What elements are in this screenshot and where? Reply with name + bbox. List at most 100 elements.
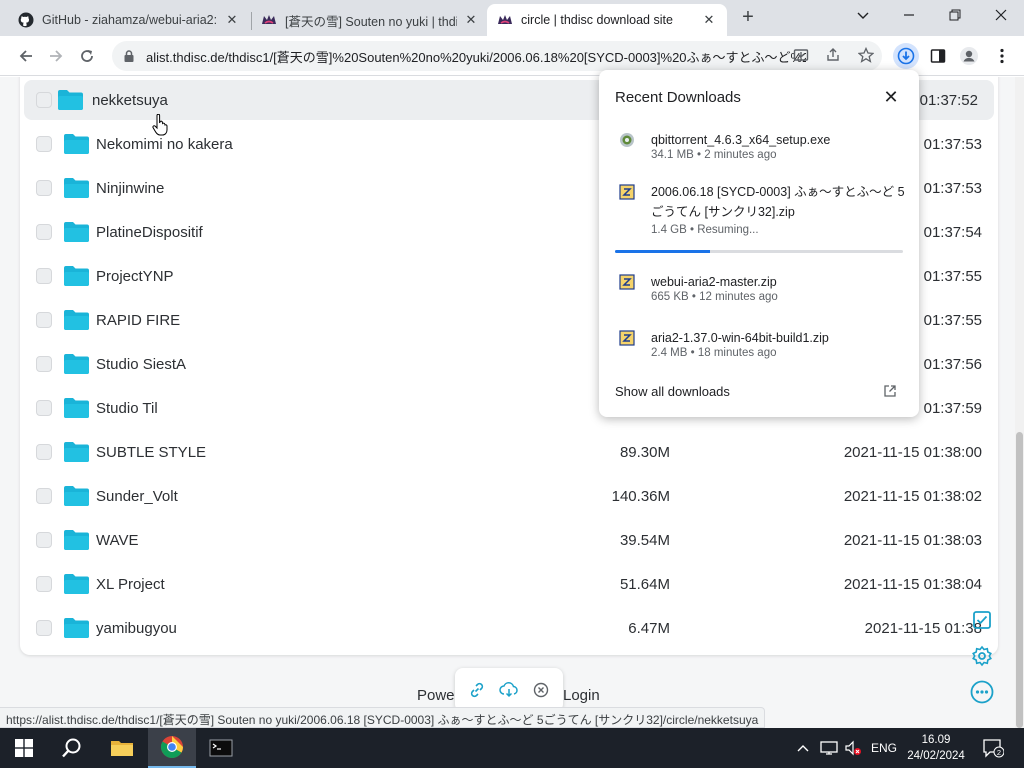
file-name[interactable]: SUBTLE STYLE: [96, 444, 206, 461]
file-row[interactable]: yamibugyou 6.47M 2021-11-15 01:38: [20, 608, 998, 648]
downloads-icon[interactable]: [893, 43, 919, 69]
profile-avatar-icon[interactable]: [957, 44, 981, 68]
row-checkbox[interactable]: [36, 92, 52, 108]
clock-time: 16.09: [921, 734, 951, 746]
file-name[interactable]: WAVE: [96, 532, 139, 549]
chrome-taskbar-icon[interactable]: [148, 728, 196, 768]
more-options-icon[interactable]: [970, 680, 994, 704]
file-name[interactable]: Sunder_Volt: [96, 488, 178, 505]
reload-icon[interactable]: [75, 44, 99, 68]
zip-icon: [619, 184, 635, 200]
file-date: 2021-11-15 01:38:03: [843, 531, 982, 549]
row-checkbox[interactable]: [36, 532, 52, 548]
side-panel-icon[interactable]: [926, 44, 950, 68]
download-filename: webui-aria2-master.zip: [651, 275, 777, 289]
close-icon[interactable]: ✕: [224, 12, 240, 28]
file-name[interactable]: Studio SiestA: [96, 356, 186, 373]
folder-icon: [64, 442, 89, 462]
new-tab-button[interactable]: +: [738, 6, 758, 28]
volume-muted-icon[interactable]: [844, 728, 862, 768]
row-checkbox[interactable]: [36, 356, 52, 372]
row-checkbox[interactable]: [36, 180, 52, 196]
tab-circle[interactable]: circle | thdisc download site ✕: [487, 4, 727, 36]
checkbox-toggle-icon[interactable]: [970, 608, 994, 632]
file-name[interactable]: Nekomimi no kakera: [96, 136, 233, 153]
row-checkbox[interactable]: [36, 444, 52, 460]
settings-gear-icon[interactable]: [970, 644, 994, 668]
powered-by-text: Powe: [417, 687, 455, 704]
file-name[interactable]: XL Project: [96, 576, 165, 593]
thdisc-icon: [261, 12, 277, 28]
download-item[interactable]: webui-aria2-master.zip 665 KB • 12 minut…: [615, 272, 905, 308]
close-icon[interactable]: ✕: [701, 12, 717, 28]
file-name[interactable]: RAPID FIRE: [96, 312, 180, 329]
close-icon[interactable]: ✕: [463, 12, 479, 28]
cancel-circle-icon[interactable]: [530, 679, 552, 701]
file-name[interactable]: Ninjinwine: [96, 180, 164, 197]
row-checkbox[interactable]: [36, 620, 52, 636]
show-all-downloads-link[interactable]: Show all downloads: [615, 384, 730, 399]
file-row[interactable]: Sunder_Volt 140.36M 2021-11-15 01:38:02: [20, 476, 998, 516]
file-name[interactable]: ProjectYNP: [96, 268, 174, 285]
file-explorer-icon[interactable]: [98, 728, 146, 768]
download-item[interactable]: qbittorrent_4.6.3_x64_setup.exe 34.1 MB …: [615, 130, 905, 166]
row-checkbox[interactable]: [36, 268, 52, 284]
row-checkbox[interactable]: [36, 488, 52, 504]
tab-github[interactable]: GitHub - ziahamza/webui-aria2: T ✕: [8, 4, 250, 36]
download-item[interactable]: aria2-1.37.0-win-64bit-build1.zip 2.4 MB…: [615, 328, 905, 364]
taskbar: ENG 16.09 24/02/2024 2: [0, 728, 1024, 768]
close-window-icon[interactable]: [978, 0, 1024, 30]
file-row[interactable]: SUBTLE STYLE 89.30M 2021-11-15 01:38:00: [20, 432, 998, 472]
file-name[interactable]: nekketsuya: [92, 92, 168, 109]
windows-start-icon[interactable]: [0, 728, 48, 768]
progress-fill: [615, 250, 711, 253]
file-name[interactable]: yamibugyou: [96, 620, 177, 637]
downloads-title: Recent Downloads: [615, 89, 741, 106]
language-indicator[interactable]: ENG: [871, 728, 897, 768]
notifications-icon[interactable]: 2: [982, 728, 1004, 768]
tab-souten[interactable]: [蒼天の雪] Souten no yuki | thdisc ✕: [251, 4, 489, 36]
tab-title: circle | thdisc download site: [521, 13, 673, 27]
url-text: alist.thdisc.de/thdisc1/[蒼天の雪]%20Souten%…: [146, 49, 806, 65]
minimize-icon[interactable]: [886, 0, 932, 30]
row-checkbox[interactable]: [36, 136, 52, 152]
back-icon[interactable]: [14, 44, 38, 68]
forward-icon[interactable]: [44, 44, 68, 68]
zip-icon: [619, 274, 635, 290]
row-checkbox[interactable]: [36, 224, 52, 240]
download-item[interactable]: 2006.06.18 [SYCD-0003] ふぁ～すとふ～ど 5ごうてん [サ…: [615, 182, 905, 242]
share-icon[interactable]: [822, 44, 844, 66]
menu-kebab-icon[interactable]: [990, 44, 1014, 68]
login-link[interactable]: Login: [563, 687, 600, 704]
terminal-icon[interactable]: [197, 728, 245, 768]
file-name[interactable]: PlatineDispositif: [96, 224, 203, 241]
show-hidden-icons-icon[interactable]: [796, 728, 810, 768]
bookmark-star-icon[interactable]: [855, 44, 877, 66]
cloud-download-icon[interactable]: [498, 679, 520, 701]
file-row[interactable]: XL Project 51.64M 2021-11-15 01:38:04: [20, 564, 998, 604]
download-filename: qbittorrent_4.6.3_x64_setup.exe: [651, 133, 831, 147]
install-app-icon[interactable]: [790, 44, 812, 66]
file-name[interactable]: Studio Til: [96, 400, 158, 417]
scrollbar-thumb[interactable]: [1016, 432, 1023, 728]
row-checkbox[interactable]: [36, 576, 52, 592]
tab-title: [蒼天の雪] Souten no yuki | thdisc: [285, 14, 457, 29]
restore-icon[interactable]: [932, 0, 978, 30]
search-icon[interactable]: [48, 728, 96, 768]
close-icon[interactable]: ✕: [881, 87, 901, 107]
downloads-popup: Recent Downloads ✕ qbittorrent_4.6.3_x64…: [599, 70, 919, 417]
system-clock[interactable]: 16.09 24/02/2024: [905, 732, 967, 764]
link-icon[interactable]: [466, 679, 488, 701]
file-size: 140.36M: [611, 487, 670, 505]
file-size: 39.54M: [619, 531, 670, 549]
address-bar[interactable]: alist.thdisc.de/thdisc1/[蒼天の雪]%20Souten%…: [112, 41, 882, 71]
tab-strip: GitHub - ziahamza/webui-aria2: T ✕ [蒼天の雪…: [0, 0, 1024, 36]
file-row[interactable]: WAVE 39.54M 2021-11-15 01:38:03: [20, 520, 998, 560]
network-icon[interactable]: [820, 728, 838, 768]
open-external-icon[interactable]: [883, 384, 897, 398]
tab-search-icon[interactable]: [840, 0, 886, 30]
row-checkbox[interactable]: [36, 312, 52, 328]
status-bar-url: https://alist.thdisc.de/thdisc1/[蒼天の雪] S…: [0, 707, 766, 728]
row-checkbox[interactable]: [36, 400, 52, 416]
folder-icon: [64, 310, 89, 330]
